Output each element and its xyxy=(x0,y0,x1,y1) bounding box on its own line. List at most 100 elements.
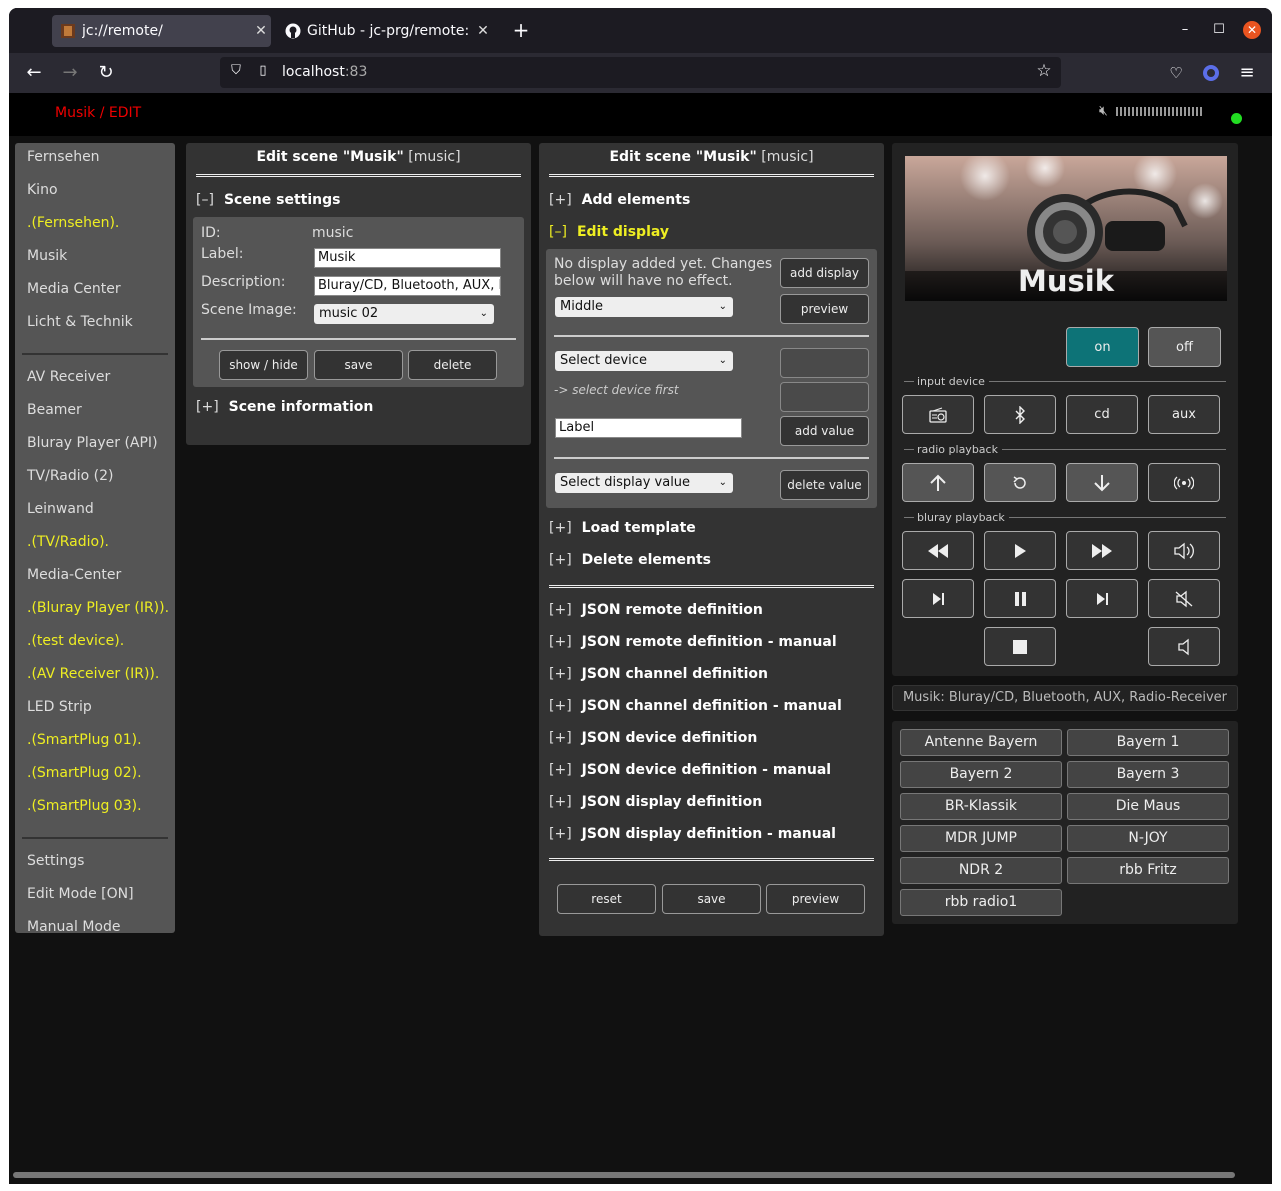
sidebar-item-edit-mode-on[interactable]: Edit Mode [ON] xyxy=(15,886,175,919)
sidebar-item-fernsehen[interactable]: Fernsehen xyxy=(15,149,175,182)
url-bar[interactable]: ⛉ ▯ localhost:83 ☆ xyxy=(220,57,1061,88)
sidebar-item-smartplug-02[interactable]: .(SmartPlug 02). xyxy=(15,765,175,798)
sidebar-item-musik[interactable]: Musik xyxy=(15,248,175,281)
section-toggle-delete-elements[interactable]: [+] Delete elements xyxy=(549,552,711,568)
edit-display-toggle[interactable]: [–] Edit display xyxy=(549,224,669,240)
channel-button[interactable]: MDR JUMP xyxy=(900,825,1062,852)
json-toggle-json-display-definition[interactable]: [+] JSON display definition xyxy=(549,794,762,810)
tab-github[interactable]: GitHub - jc-prg/remote: jc ✕ xyxy=(277,15,493,47)
down-button[interactable] xyxy=(1066,463,1138,502)
show-hide-button[interactable]: show / hide xyxy=(219,350,308,380)
description-input[interactable]: Bluray/CD, Bluetooth, AUX, Radio-Receive… xyxy=(314,276,501,296)
preview-button[interactable]: preview xyxy=(780,294,869,324)
sidebar-item-tv-radio[interactable]: .(TV/Radio). xyxy=(15,534,175,567)
mute-button[interactable] xyxy=(1148,579,1220,618)
window-close-icon[interactable]: ✕ xyxy=(1243,21,1261,39)
shield-icon[interactable]: ⛉ xyxy=(227,63,245,81)
forward-icon[interactable]: → xyxy=(58,61,82,85)
json-toggle-json-display-definition-manual[interactable]: [+] JSON display definition - manual xyxy=(549,826,836,842)
empty-button[interactable] xyxy=(780,382,869,412)
channel-button[interactable]: rbb Fritz xyxy=(1067,857,1229,884)
on-button[interactable]: on xyxy=(1066,327,1139,367)
cd-button[interactable]: cd xyxy=(1066,395,1138,434)
channel-button[interactable]: NDR 2 xyxy=(900,857,1062,884)
maximize-icon[interactable]: ☐ xyxy=(1210,21,1228,39)
volume-up-button[interactable] xyxy=(1148,531,1220,570)
json-toggle-json-device-definition-manual[interactable]: [+] JSON device definition - manual xyxy=(549,762,831,778)
sidebar-item-test-device[interactable]: .(test device). xyxy=(15,633,175,666)
sidebar-item-tv-radio-2[interactable]: TV/Radio (2) xyxy=(15,468,175,501)
display-position-select[interactable]: Middle ⌄ xyxy=(555,297,733,317)
sidebar-item-beamer[interactable]: Beamer xyxy=(15,402,175,435)
sidebar-item-bluray-player-api[interactable]: Bluray Player (API) xyxy=(15,435,175,468)
delete-value-button[interactable]: delete value xyxy=(780,470,869,500)
sidebar-item-av-receiver[interactable]: AV Receiver xyxy=(15,369,175,402)
menu-icon[interactable]: ≡ xyxy=(1235,61,1259,85)
sidebar-item-manual-mode[interactable]: Manual Mode xyxy=(15,919,175,952)
skip-forward-button[interactable] xyxy=(1066,579,1138,618)
sidebar-item-leinwand[interactable]: Leinwand xyxy=(15,501,175,534)
pocket-icon[interactable]: ♡ xyxy=(1164,61,1188,85)
bookmark-star-icon[interactable]: ☆ xyxy=(1035,61,1053,81)
json-toggle-json-remote-definition[interactable]: [+] JSON remote definition xyxy=(549,602,763,618)
save-button[interactable]: save xyxy=(662,884,761,914)
json-toggle-json-device-definition[interactable]: [+] JSON device definition xyxy=(549,730,757,746)
up-button[interactable] xyxy=(902,463,974,502)
json-toggle-json-channel-definition[interactable]: [+] JSON channel definition xyxy=(549,666,768,682)
channel-button[interactable]: N-JOY xyxy=(1067,825,1229,852)
channel-button[interactable]: Bayern 3 xyxy=(1067,761,1229,788)
new-tab-icon[interactable]: + xyxy=(509,18,533,42)
label-input[interactable]: Label xyxy=(555,418,742,438)
sidebar-item-kino[interactable]: Kino xyxy=(15,182,175,215)
add-value-button[interactable]: add value xyxy=(780,416,869,446)
label-input[interactable]: Musik xyxy=(314,248,501,268)
minimize-icon[interactable]: – xyxy=(1176,21,1194,39)
horizontal-scrollbar[interactable] xyxy=(13,1172,1235,1178)
channel-button[interactable]: rbb radio1 xyxy=(900,889,1062,916)
skip-back-button[interactable] xyxy=(902,579,974,618)
scene-image-select[interactable]: music 02 ⌄ xyxy=(314,304,494,324)
add-elements-toggle[interactable]: [+] Add elements xyxy=(549,192,690,208)
sidebar-item-smartplug-03[interactable]: .(SmartPlug 03). xyxy=(15,798,175,831)
sidebar-item-av-receiver-ir[interactable]: .(AV Receiver (IR)). xyxy=(15,666,175,699)
save-button[interactable]: save xyxy=(314,350,403,380)
json-toggle-json-channel-definition-manual[interactable]: [+] JSON channel definition - manual xyxy=(549,698,842,714)
tab-jc-remote[interactable]: jc://remote/ ✕ xyxy=(52,15,271,47)
sidebar-item-settings[interactable]: Settings xyxy=(15,853,175,886)
reset-button[interactable]: reset xyxy=(557,884,656,914)
sidebar-item-led-strip[interactable]: LED Strip xyxy=(15,699,175,732)
channel-button[interactable]: Antenne Bayern xyxy=(900,729,1062,756)
channel-button[interactable]: Die Maus xyxy=(1067,793,1229,820)
sidebar-item-bluray-player-ir[interactable]: .(Bluray Player (IR)). xyxy=(15,600,175,633)
sidebar-item-licht-technik[interactable]: Licht & Technik xyxy=(15,314,175,347)
rewind-button[interactable] xyxy=(902,531,974,570)
radio-button[interactable] xyxy=(902,395,974,434)
tab-close-icon[interactable]: ✕ xyxy=(251,23,271,39)
delete-button[interactable]: delete xyxy=(408,350,497,380)
back-icon[interactable]: ← xyxy=(22,61,46,85)
broadcast-button[interactable] xyxy=(1148,463,1220,502)
preview-button[interactable]: preview xyxy=(766,884,865,914)
reload-button[interactable] xyxy=(984,463,1056,502)
volume-down-button[interactable] xyxy=(1148,627,1220,666)
empty-button[interactable] xyxy=(780,348,869,378)
select-device[interactable]: Select device ⌄ xyxy=(555,351,733,371)
select-display-value[interactable]: Select display value ⌄ xyxy=(555,473,733,493)
play-button[interactable] xyxy=(984,531,1056,570)
stop-button[interactable] xyxy=(984,627,1056,666)
add-display-button[interactable]: add display xyxy=(780,258,869,288)
sidebar-item-smartplug-01[interactable]: .(SmartPlug 01). xyxy=(15,732,175,765)
channel-button[interactable]: Bayern 2 xyxy=(900,761,1062,788)
account-icon[interactable] xyxy=(1199,61,1223,85)
sidebar-item-fernsehen[interactable]: .(Fernsehen). xyxy=(15,215,175,248)
channel-button[interactable]: Bayern 1 xyxy=(1067,729,1229,756)
json-toggle-json-remote-definition-manual[interactable]: [+] JSON remote definition - manual xyxy=(549,634,837,650)
scene-settings-toggle[interactable]: [–] Scene settings xyxy=(196,192,340,208)
pause-button[interactable] xyxy=(984,579,1056,618)
off-button[interactable]: off xyxy=(1148,327,1221,367)
fast-forward-button[interactable] xyxy=(1066,531,1138,570)
sidebar-item-media-center[interactable]: Media Center xyxy=(15,281,175,314)
scene-information-toggle[interactable]: [+] Scene information xyxy=(196,399,373,415)
aux-button[interactable]: aux xyxy=(1148,395,1220,434)
sidebar-item-media-center[interactable]: Media-Center xyxy=(15,567,175,600)
